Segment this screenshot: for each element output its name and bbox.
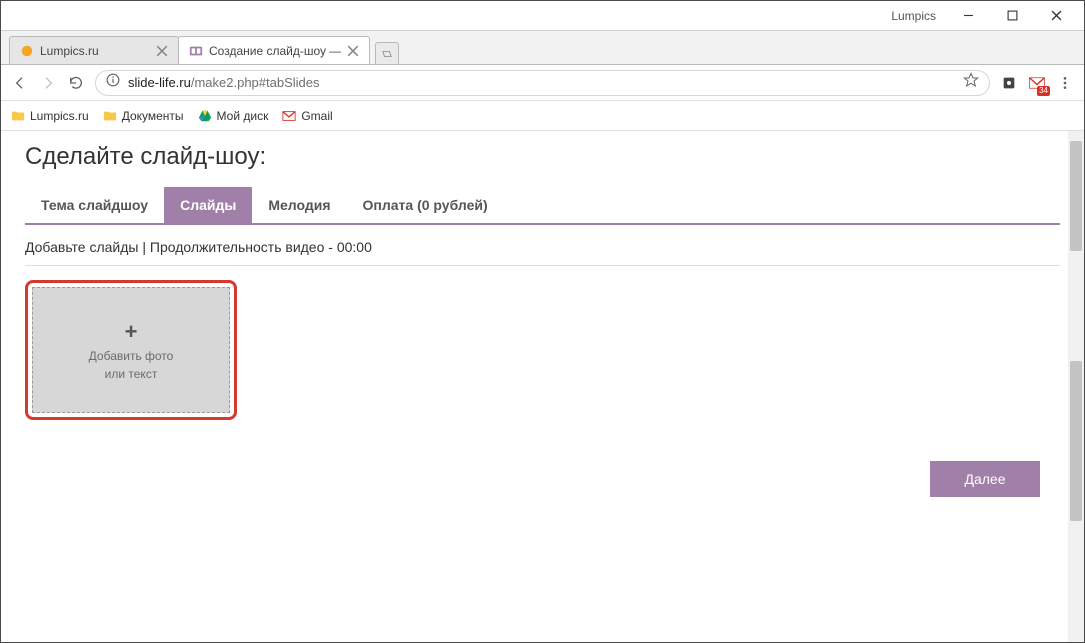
page-heading: Сделайте слайд-шоу: bbox=[25, 143, 1060, 171]
add-slide-button[interactable]: + Добавить фото или текст bbox=[32, 287, 230, 413]
bookmark-label: Lumpics.ru bbox=[30, 109, 89, 123]
bookmark-drive[interactable]: Мой диск bbox=[198, 109, 269, 123]
maximize-button[interactable] bbox=[990, 2, 1034, 30]
drive-icon bbox=[198, 109, 212, 123]
reload-button[interactable] bbox=[67, 74, 85, 92]
bookmark-lumpics[interactable]: Lumpics.ru bbox=[11, 109, 89, 123]
tab-slides[interactable]: Слайды bbox=[164, 187, 252, 223]
gmail-icon[interactable]: 34 bbox=[1028, 74, 1046, 92]
close-button[interactable] bbox=[1034, 2, 1078, 30]
browser-tab-lumpics[interactable]: Lumpics.ru bbox=[9, 36, 179, 64]
bookmark-label: Gmail bbox=[301, 109, 332, 123]
next-button[interactable]: Далее bbox=[930, 461, 1040, 497]
window-title: Lumpics bbox=[891, 9, 936, 23]
bookmark-gmail[interactable]: Gmail bbox=[282, 109, 332, 123]
gmail-icon bbox=[282, 109, 296, 123]
scroll-thumb-bottom[interactable] bbox=[1070, 361, 1082, 521]
address-bar: slide-life.ru/make2.php#tabSlides 34 bbox=[1, 65, 1084, 101]
bookmark-documents[interactable]: Документы bbox=[103, 109, 184, 123]
browser-tab-title: Lumpics.ru bbox=[40, 44, 150, 58]
browser-tab-slideshow[interactable]: Создание слайд-шоу — bbox=[178, 36, 370, 64]
window-titlebar: Lumpics bbox=[1, 1, 1084, 31]
browser-tabstrip: Lumpics.ru Создание слайд-шоу — bbox=[1, 31, 1084, 65]
plus-icon: + bbox=[125, 319, 138, 345]
tab-payment[interactable]: Оплата (0 рублей) bbox=[347, 187, 504, 223]
tab-melody[interactable]: Мелодия bbox=[252, 187, 346, 223]
slides-subheading: Добавьте слайды | Продолжительность виде… bbox=[25, 239, 1060, 255]
globe-icon bbox=[20, 44, 34, 58]
content-area: Сделайте слайд-шоу: Тема слайдшоу Слайды… bbox=[1, 131, 1084, 642]
folder-icon bbox=[103, 109, 117, 123]
close-icon[interactable] bbox=[156, 45, 168, 57]
scroll-thumb-top[interactable] bbox=[1070, 141, 1082, 251]
bookmark-label: Мой диск bbox=[217, 109, 269, 123]
key-icon[interactable] bbox=[1000, 74, 1018, 92]
menu-icon[interactable] bbox=[1056, 74, 1074, 92]
tab-theme[interactable]: Тема слайдшоу bbox=[25, 187, 164, 223]
browser-window: Lumpics Lumpics.ru Создание слайд-шоу — bbox=[0, 0, 1085, 643]
close-icon[interactable] bbox=[347, 45, 359, 57]
page-content: Сделайте слайд-шоу: Тема слайдшоу Слайды… bbox=[1, 131, 1084, 642]
bookmarks-bar: Lumpics.ru Документы Мой диск Gmail bbox=[1, 101, 1084, 131]
vertical-scrollbar[interactable] bbox=[1068, 131, 1084, 642]
bookmark-label: Документы bbox=[122, 109, 184, 123]
add-slide-label-1: Добавить фото bbox=[89, 349, 174, 363]
toolbar-right-icons: 34 bbox=[1000, 74, 1074, 92]
url-field[interactable]: slide-life.ru/make2.php#tabSlides bbox=[95, 70, 990, 96]
add-slide-label-2: или текст bbox=[105, 367, 158, 381]
page-tabs: Тема слайдшоу Слайды Мелодия Оплата (0 р… bbox=[25, 187, 1060, 225]
folder-icon bbox=[11, 109, 25, 123]
browser-tab-title: Создание слайд-шоу — bbox=[209, 44, 341, 58]
bookmark-star-icon[interactable] bbox=[963, 72, 979, 93]
new-tab-button[interactable] bbox=[375, 42, 399, 64]
gmail-badge: 34 bbox=[1037, 86, 1050, 96]
app-icon bbox=[189, 44, 203, 58]
add-slide-highlight: + Добавить фото или текст bbox=[25, 280, 237, 420]
minimize-button[interactable] bbox=[946, 2, 990, 30]
forward-button[interactable] bbox=[39, 74, 57, 92]
info-icon[interactable] bbox=[106, 73, 120, 92]
divider bbox=[25, 265, 1060, 266]
back-button[interactable] bbox=[11, 74, 29, 92]
url-text: slide-life.ru/make2.php#tabSlides bbox=[128, 75, 955, 90]
